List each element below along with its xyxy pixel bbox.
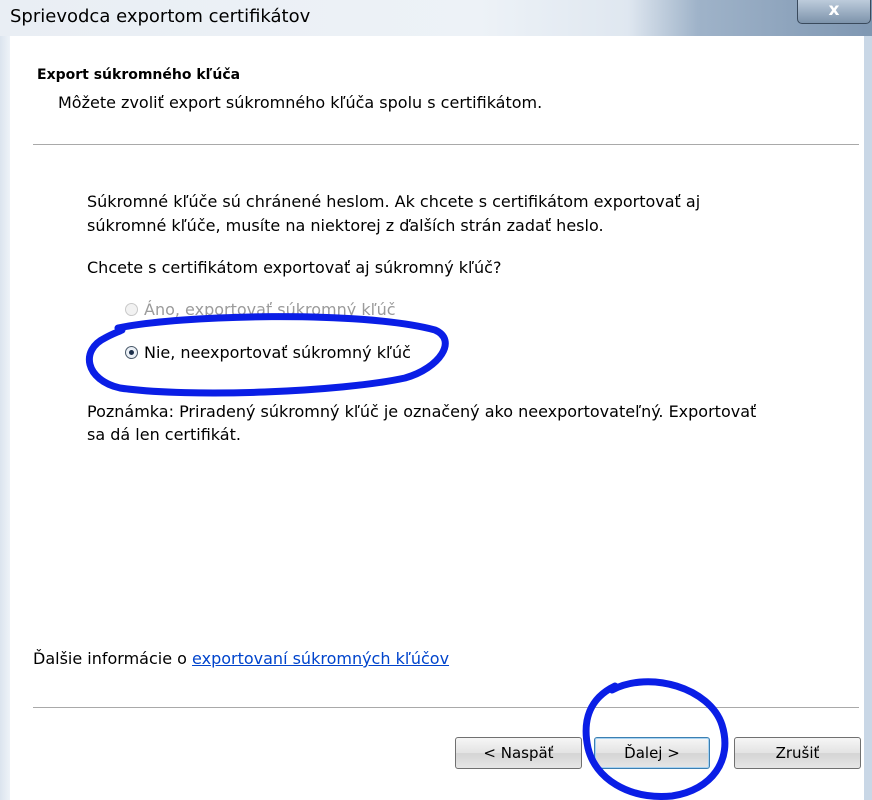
note-text-line1: Poznámka: Priradený súkromný kľúč je ozn… — [87, 402, 757, 421]
radio-option-export-no[interactable]: Nie, neexportovať súkromný kľúč — [125, 343, 411, 362]
info-text-line2: súkromné kľúče, musíte na niektorej z ďa… — [87, 216, 604, 235]
window-title: Sprievodca exportom certifikátov — [10, 6, 311, 27]
close-icon: x — [828, 0, 840, 20]
page-heading: Export súkromného kľúča — [37, 67, 241, 83]
more-info-text: Ďalšie informácie o exportovaní súkromný… — [33, 648, 449, 670]
footer-separator — [33, 707, 859, 709]
radio-option-export-yes[interactable]: Áno, exportovať súkromný kľúč — [125, 300, 396, 319]
info-text-line1: Súkromné kľúče sú chránené heslom. Ak ch… — [87, 192, 701, 211]
radio-label-yes: Áno, exportovať súkromný kľúč — [144, 300, 396, 319]
header-separator — [33, 144, 859, 146]
window-frame-left — [0, 36, 10, 800]
radio-label-no: Nie, neexportovať súkromný kľúč — [144, 343, 411, 362]
radio-button-selected-icon[interactable] — [125, 346, 138, 359]
window-frame-right — [864, 36, 872, 800]
close-button[interactable]: x — [797, 0, 871, 24]
radio-button-icon[interactable] — [125, 303, 138, 316]
export-question: Chcete s certifikátom exportovať aj súkr… — [87, 258, 502, 277]
note-text-line2: sa dá len certifikát. — [87, 425, 241, 444]
title-bar: Sprievodca exportom certifikátov x — [0, 0, 872, 36]
page-subheading: Môžete zvoliť export súkromného kľúča sp… — [58, 93, 543, 112]
more-info-link[interactable]: exportovaní súkromných kľúčov — [192, 649, 449, 668]
cancel-button[interactable]: Zrušiť — [734, 737, 861, 769]
back-button[interactable]: < Naspäť — [455, 737, 582, 769]
more-info-prefix: Ďalšie informácie o — [33, 649, 193, 668]
next-button[interactable]: Ďalej > — [594, 737, 710, 769]
